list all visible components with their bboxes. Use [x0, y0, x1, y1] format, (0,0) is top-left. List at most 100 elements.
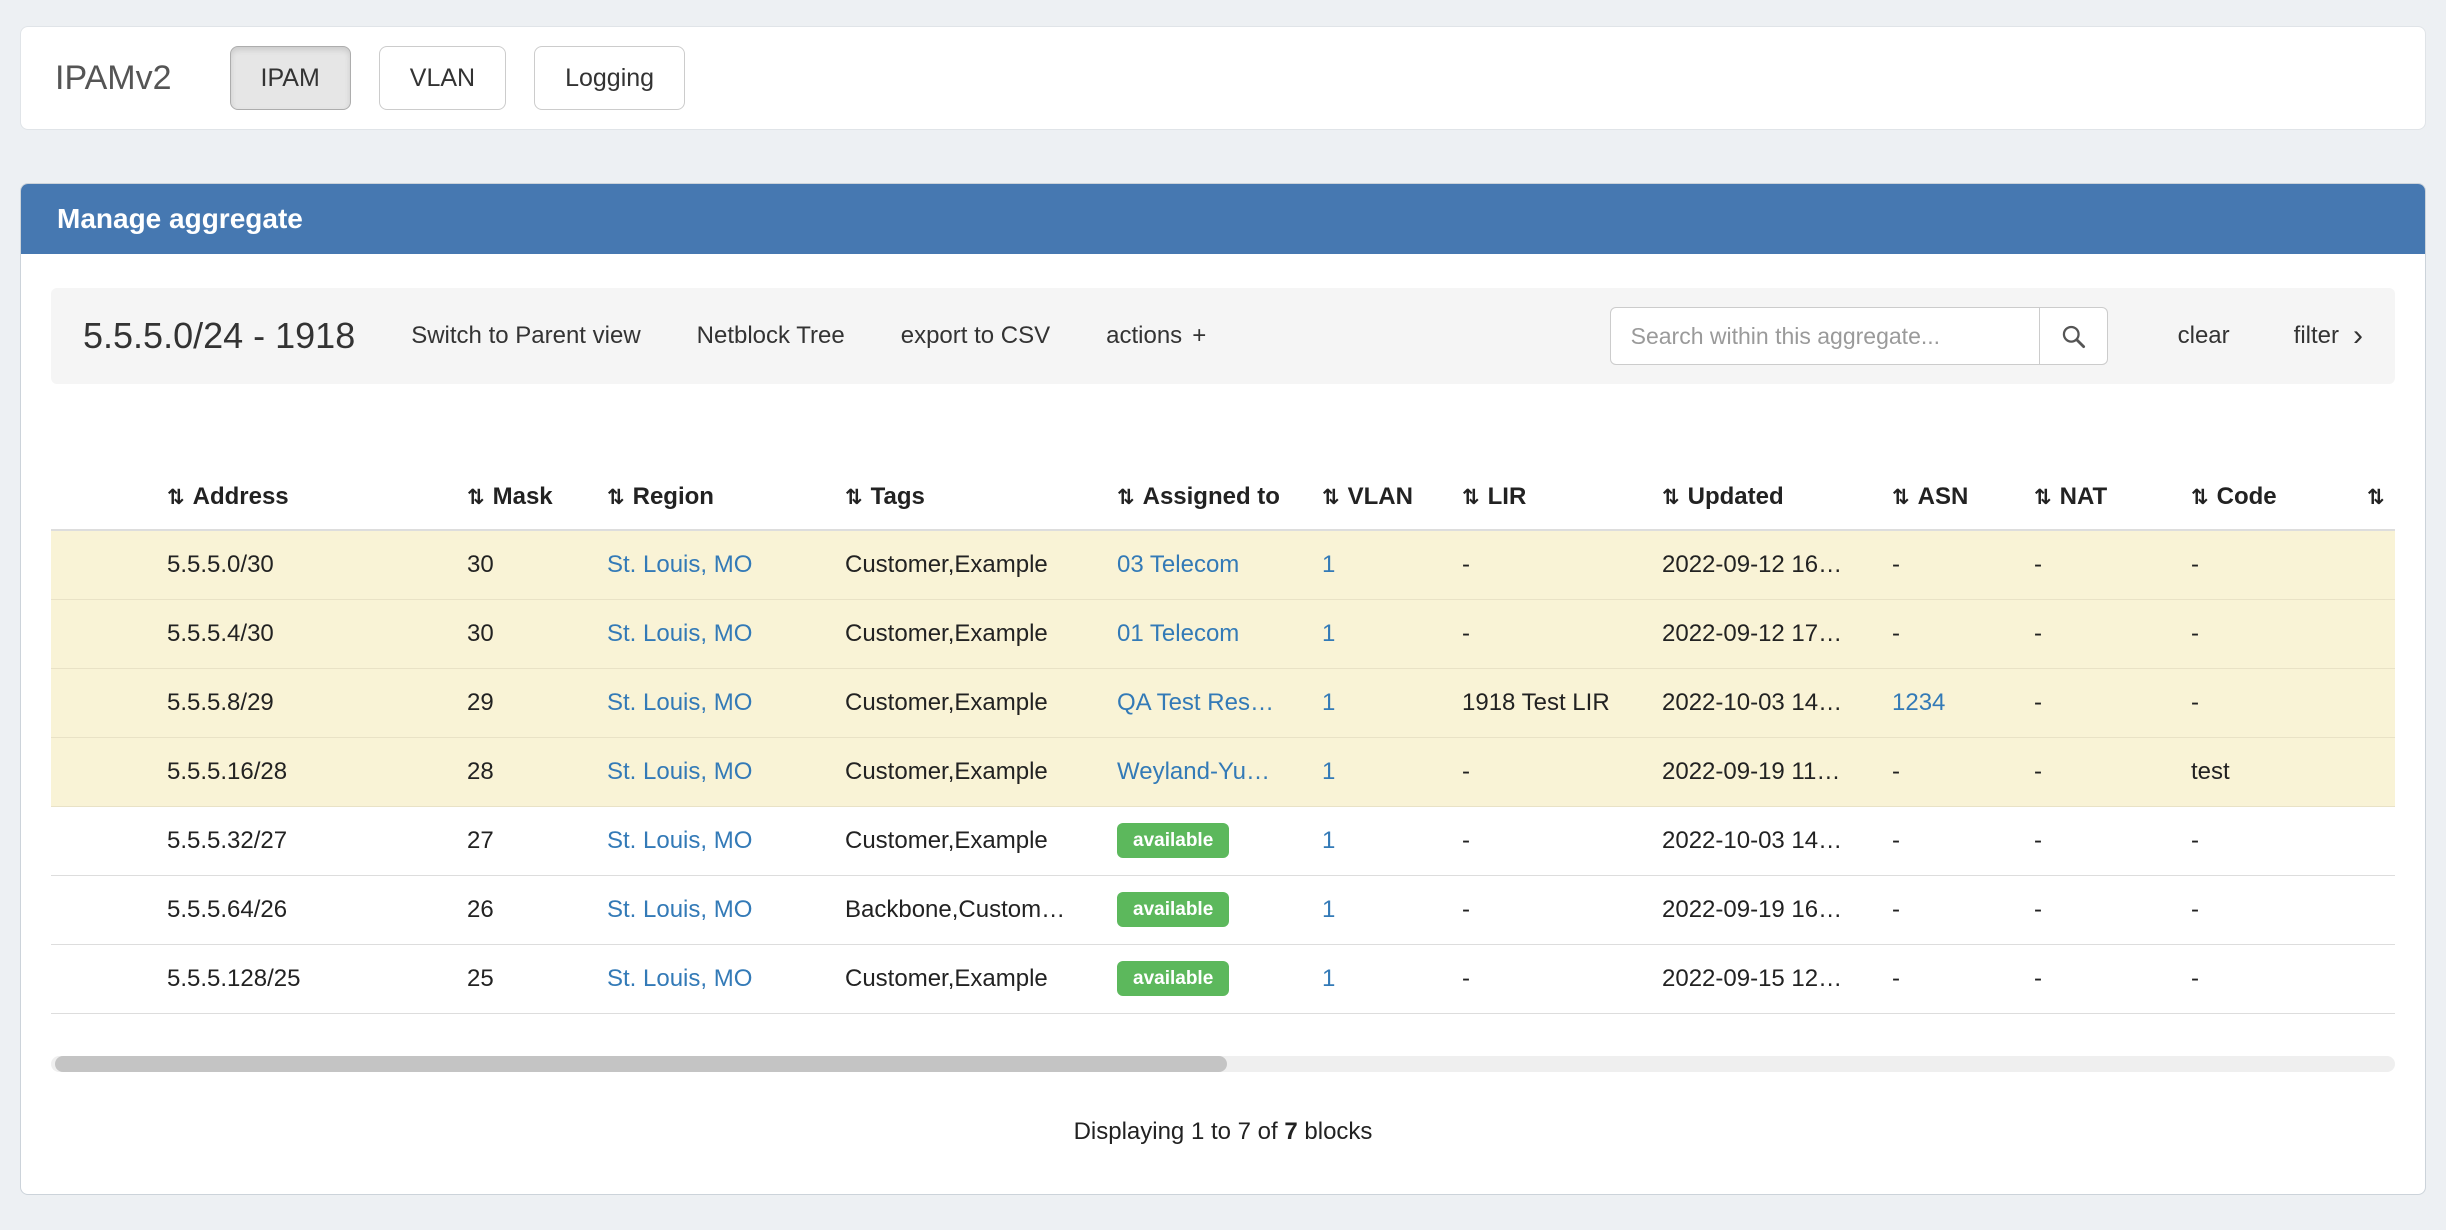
clear-link[interactable]: clear — [2178, 322, 2230, 350]
column-header-mask[interactable]: ⇅Mask — [455, 464, 595, 530]
column-header-nat[interactable]: ⇅NAT — [2022, 464, 2179, 530]
status-prefix: Displaying 1 to 7 of — [1074, 1118, 1278, 1145]
column-label: Tags — [871, 483, 925, 510]
search-input[interactable] — [1610, 307, 2040, 365]
vlan-cell: 1 — [1310, 944, 1450, 1013]
aggregate-toolbar: 5.5.5.0/24 - 1918 Switch to Parent view … — [51, 288, 2395, 384]
filter-link[interactable]: filter› — [2294, 321, 2363, 351]
code-cell: - — [2179, 806, 2355, 875]
assigned-link[interactable]: 03 Telecom — [1117, 551, 1239, 578]
column-header-address[interactable]: ⇅Address — [155, 464, 455, 530]
column-header-overflow[interactable]: ⇅ — [2355, 464, 2395, 530]
column-header-lir[interactable]: ⇅LIR — [1450, 464, 1650, 530]
updated-cell: 2022-09-15 12… — [1650, 944, 1880, 1013]
lir-cell: - — [1450, 530, 1650, 599]
tags-cell: Customer,Example — [833, 668, 1105, 737]
column-header-asn[interactable]: ⇅ ASN — [1880, 464, 2022, 530]
nav-tab-logging[interactable]: Logging — [534, 46, 685, 110]
column-header-region[interactable]: ⇅ Region — [595, 464, 833, 530]
column-header-code[interactable]: ⇅Code — [2179, 464, 2355, 530]
asn-link[interactable]: 1234 — [1892, 689, 1945, 716]
lir-cell: - — [1450, 875, 1650, 944]
updated-cell: 2022-09-19 11… — [1650, 737, 1880, 806]
asn-cell: - — [1880, 806, 2022, 875]
overflow-cell — [2355, 737, 2395, 806]
vlan-cell: 1 — [1310, 668, 1450, 737]
updated-cell: 2022-10-03 14… — [1650, 806, 1880, 875]
asn-cell: - — [1880, 875, 2022, 944]
column-label: Assigned to — [1143, 483, 1280, 510]
assigned-link[interactable]: QA Test Res… — [1117, 689, 1274, 716]
region-link[interactable]: St. Louis, MO — [607, 896, 752, 923]
horizontal-scrollbar[interactable] — [51, 1056, 2395, 1072]
code-cell: - — [2179, 875, 2355, 944]
search-group — [1610, 307, 2108, 365]
assigned-link[interactable]: 01 Telecom — [1117, 620, 1239, 647]
sort-icon: ⇅ — [1462, 486, 1480, 509]
column-header-tags[interactable]: ⇅Tags — [833, 464, 1105, 530]
region-link[interactable]: St. Louis, MO — [607, 620, 752, 647]
available-badge: available — [1117, 961, 1229, 996]
column-label: ASN — [1918, 483, 1969, 510]
code-cell: - — [2179, 944, 2355, 1013]
region-cell: St. Louis, MO — [595, 599, 833, 668]
netblock-table-viewport: ⇅Address⇅Mask⇅Region⇅Tags⇅Assigned to⇅VL… — [51, 464, 2395, 1014]
column-label: Address — [193, 483, 289, 510]
table-row: 5.5.5.4/3030St. Louis, MOCustomer,Exampl… — [51, 599, 2395, 668]
region-link[interactable]: St. Louis, MO — [607, 758, 752, 785]
mask-cell: 28 — [455, 737, 595, 806]
vlan-link[interactable]: 1 — [1322, 620, 1335, 647]
column-header-updated[interactable]: ⇅Updated — [1650, 464, 1880, 530]
sort-icon: ⇅ — [1892, 486, 1910, 509]
vlan-link[interactable]: 1 — [1322, 758, 1335, 785]
sort-icon: ⇅ — [607, 486, 625, 509]
assigned-link[interactable]: Weyland-Yu… — [1117, 758, 1270, 785]
region-cell: St. Louis, MO — [595, 944, 833, 1013]
actions-menu[interactable]: actions+ — [1106, 322, 1206, 350]
switch-parent-view-link[interactable]: Switch to Parent view — [411, 322, 640, 350]
tags-cell: Customer,Example — [833, 599, 1105, 668]
column-label: Region — [633, 483, 714, 510]
assigned-cell: Weyland-Yu… — [1105, 737, 1310, 806]
table-row: 5.5.5.128/2525St. Louis, MOCustomer,Exam… — [51, 944, 2395, 1013]
table-header-row: ⇅Address⇅Mask⇅Region⇅Tags⇅Assigned to⇅VL… — [51, 464, 2395, 530]
region-link[interactable]: St. Louis, MO — [607, 965, 752, 992]
row-spacer-cell — [51, 737, 155, 806]
vlan-link[interactable]: 1 — [1322, 551, 1335, 578]
nat-cell: - — [2022, 944, 2179, 1013]
scrollbar-thumb[interactable] — [55, 1056, 1227, 1072]
mask-cell: 27 — [455, 806, 595, 875]
mask-cell: 25 — [455, 944, 595, 1013]
assigned-cell: QA Test Res… — [1105, 668, 1310, 737]
column-header-assigned-to[interactable]: ⇅ Assigned to — [1105, 464, 1310, 530]
region-link[interactable]: St. Louis, MO — [607, 551, 752, 578]
nat-cell: - — [2022, 806, 2179, 875]
export-csv-link[interactable]: export to CSV — [901, 322, 1050, 350]
status-suffix: blocks — [1304, 1118, 1372, 1145]
table-row: 5.5.5.16/2828St. Louis, MOCustomer,Examp… — [51, 737, 2395, 806]
search-button[interactable] — [2040, 307, 2108, 365]
vlan-link[interactable]: 1 — [1322, 827, 1335, 854]
tags-cell: Customer,Example — [833, 530, 1105, 599]
code-cell: - — [2179, 668, 2355, 737]
vlan-link[interactable]: 1 — [1322, 896, 1335, 923]
vlan-cell: 1 — [1310, 806, 1450, 875]
sort-icon: ⇅ — [2367, 486, 2385, 509]
vlan-link[interactable]: 1 — [1322, 965, 1335, 992]
netblock-tree-link[interactable]: Netblock Tree — [697, 322, 845, 350]
aggregate-title: 5.5.5.0/24 - 1918 — [83, 315, 355, 357]
updated-cell: 2022-09-19 16… — [1650, 875, 1880, 944]
row-spacer-cell — [51, 530, 155, 599]
vlan-link[interactable]: 1 — [1322, 689, 1335, 716]
assigned-cell: available — [1105, 875, 1310, 944]
nav-tab-vlan[interactable]: VLAN — [379, 46, 506, 110]
nav-tab-ipam[interactable]: IPAM — [230, 46, 351, 110]
tags-cell: Customer,Example — [833, 737, 1105, 806]
updated-cell: 2022-09-12 16… — [1650, 530, 1880, 599]
column-header-vlan[interactable]: ⇅VLAN — [1310, 464, 1450, 530]
sort-icon: ⇅ — [1117, 486, 1135, 509]
region-link[interactable]: St. Louis, MO — [607, 689, 752, 716]
region-link[interactable]: St. Louis, MO — [607, 827, 752, 854]
address-cell: 5.5.5.0/30 — [155, 530, 455, 599]
updated-cell: 2022-09-12 17… — [1650, 599, 1880, 668]
